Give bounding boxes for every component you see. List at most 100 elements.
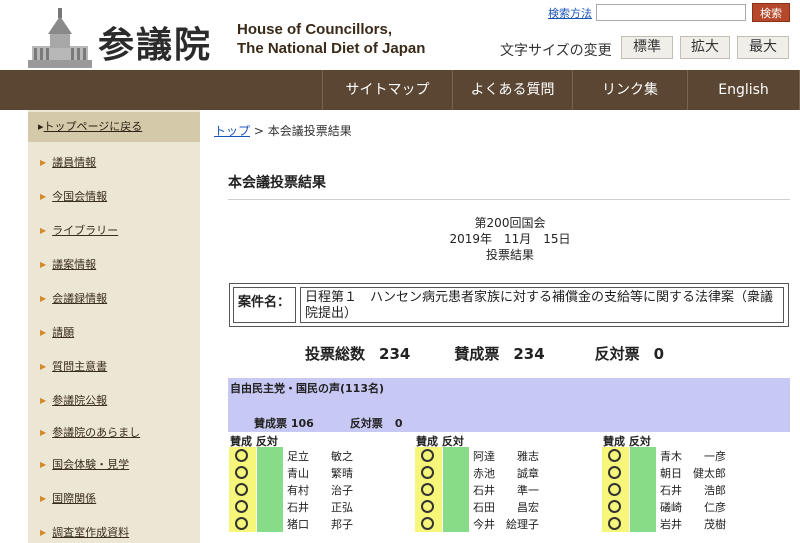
party-group-header: 自由民主党・国民の声(113名) 賛成票 106 反対票 0	[228, 378, 790, 432]
no-cell	[443, 515, 469, 532]
sidebar-item-label[interactable]: トップページに戻る	[44, 120, 143, 133]
font-size-max-button[interactable]: 最大	[737, 36, 789, 59]
no-cell	[257, 515, 283, 532]
sidebar-item-petitions[interactable]: ▶ 請願	[40, 324, 74, 340]
party-no-label: 反対票	[349, 417, 383, 430]
sidebar-item-research[interactable]: ▶ 調査室作成資料	[40, 524, 129, 540]
sidebar-item-label[interactable]: 請願	[52, 326, 74, 339]
vote-column-1: 賛成 反対 足立 敏之 青山 繁晴 有村 治子 石井 正弘 猪口 邦子	[229, 433, 405, 532]
table-row: 石井 浩郎	[602, 481, 778, 498]
triangle-bullet-icon: ▶	[40, 528, 47, 537]
logo-en-line1: House of Councillors,	[237, 21, 393, 38]
yes-cell	[602, 447, 630, 464]
total-label: 投票総数	[305, 345, 366, 363]
circle-mark-icon	[608, 449, 621, 462]
search-button[interactable]: 検索	[752, 3, 790, 22]
sidebar-item-members[interactable]: ▶ 議員情報	[40, 154, 96, 170]
breadcrumb-home-link[interactable]: トップ	[214, 124, 250, 138]
yes-cell	[602, 464, 630, 481]
sidebar-item-label[interactable]: ライブラリー	[52, 224, 118, 237]
circle-mark-icon	[235, 449, 248, 462]
sidebar-item-label[interactable]: 参議院公報	[52, 394, 107, 407]
circle-mark-icon	[421, 466, 434, 479]
circle-mark-icon	[235, 483, 248, 496]
member-name: 足立 敏之	[287, 450, 353, 463]
sidebar-item-current-session[interactable]: ▶ 今国会情報	[40, 188, 107, 204]
sidebar-item-label[interactable]: 質問主意書	[52, 360, 107, 373]
sidebar-item-label[interactable]: 調査室作成資料	[52, 526, 129, 539]
breadcrumb-current: 本会議投票結果	[267, 124, 352, 138]
total-value: 234	[379, 345, 411, 363]
no-cell	[443, 481, 469, 498]
sidebar-item-label[interactable]: 国際関係	[52, 492, 96, 505]
vote-column-3: 賛成 反対 青木 一彦 朝日 健太郎 石井 浩郎 礒崎 仁彦 岩井 茂樹	[602, 433, 778, 532]
sidebar-item-gazette[interactable]: ▶ 参議院公報	[40, 392, 107, 408]
sidebar-item-visit[interactable]: ▶ 国会体験・見学	[40, 456, 129, 472]
party-no-value: 0	[394, 417, 403, 430]
case-text: 日程第１ ハンセン病元患者家族に対する補償金の支給等に関する法律案（衆議院提出）	[300, 287, 784, 323]
sidebar-item-top[interactable]: ▸トップページに戻る	[28, 112, 200, 142]
sidebar-item-overview[interactable]: ▶ 参議院のあらまし	[40, 424, 140, 440]
sidebar-item-label[interactable]: 今国会情報	[52, 190, 107, 203]
table-row: 礒崎 仁彦	[602, 498, 778, 515]
search-help-link[interactable]: 検索方法	[548, 5, 592, 21]
table-row: 岩井 茂樹	[602, 515, 778, 532]
member-name: 石井 浩郎	[660, 484, 726, 497]
session-number: 第200回国会	[474, 216, 546, 230]
table-row: 朝日 健太郎	[602, 464, 778, 481]
logo-title-english: House of Councillors, The National Diet …	[237, 20, 425, 58]
sidebar-item-label[interactable]: 議員情報	[52, 156, 96, 169]
sidebar-item-label[interactable]: 会議録情報	[52, 292, 107, 305]
no-total-value: 0	[653, 345, 665, 363]
yes-cell	[602, 498, 630, 515]
yes-cell	[229, 515, 257, 532]
font-size-label: 文字サイズの変更	[500, 43, 612, 59]
breadcrumb: トップ > 本会議投票結果	[214, 122, 352, 139]
diet-building-logo-icon[interactable]	[28, 6, 92, 68]
member-name: 猪口 邦子	[287, 518, 353, 531]
table-row: 猪口 邦子	[229, 515, 405, 532]
logo-title-kanji: 参議院	[98, 24, 213, 66]
circle-mark-icon	[235, 466, 248, 479]
triangle-bullet-icon: ▶	[40, 460, 47, 469]
column-header: 賛成 反対	[230, 435, 278, 448]
font-size-large-button[interactable]: 拡大	[680, 36, 730, 59]
sidebar-item-library[interactable]: ▶ ライブラリー	[40, 222, 118, 238]
no-cell	[630, 464, 656, 481]
no-cell	[630, 447, 656, 464]
yes-cell	[602, 481, 630, 498]
no-cell	[630, 515, 656, 532]
yes-cell	[229, 498, 257, 515]
nav-sitemap[interactable]: サイトマップ	[322, 70, 452, 110]
sidebar-item-label[interactable]: 国会体験・見学	[52, 458, 129, 471]
sidebar-item-label[interactable]: 参議院のあらまし	[52, 426, 140, 439]
member-name: 阿達 雅志	[473, 450, 539, 463]
member-name: 石井 準一	[473, 484, 539, 497]
yes-cell	[229, 447, 257, 464]
table-row: 石井 正弘	[229, 498, 405, 515]
circle-mark-icon	[235, 500, 248, 513]
sidebar-item-bills[interactable]: ▶ 議案情報	[40, 256, 96, 272]
circle-mark-icon	[421, 500, 434, 513]
session-info: 第200回国会 2019年 11月 15日 投票結果	[400, 215, 620, 263]
nav-english[interactable]: English	[687, 70, 800, 110]
case-label: 案件名：	[233, 287, 296, 323]
sidebar-item-international[interactable]: ▶ 国際関係	[40, 490, 96, 506]
circle-mark-icon	[421, 483, 434, 496]
no-cell	[257, 447, 283, 464]
font-size-standard-button[interactable]: 標準	[621, 36, 673, 59]
nav-links[interactable]: リンク集	[572, 70, 687, 110]
sidebar-item-label[interactable]: 議案情報	[52, 258, 96, 271]
yes-total-value: 234	[513, 345, 545, 363]
page-title: 本会議投票結果	[228, 172, 790, 200]
nav-faq[interactable]: よくある質問	[452, 70, 572, 110]
triangle-bullet-icon: ▶	[40, 328, 47, 337]
no-cell	[257, 498, 283, 515]
search-input[interactable]	[596, 4, 746, 21]
column-header: 賛成 反対	[603, 435, 651, 448]
triangle-bullet-icon: ▶	[40, 158, 47, 167]
sidebar-item-questions[interactable]: ▶ 質問主意書	[40, 358, 107, 374]
member-name: 朝日 健太郎	[660, 467, 726, 480]
triangle-bullet-icon: ▶	[40, 260, 47, 269]
sidebar-item-minutes[interactable]: ▶ 会議録情報	[40, 290, 107, 306]
